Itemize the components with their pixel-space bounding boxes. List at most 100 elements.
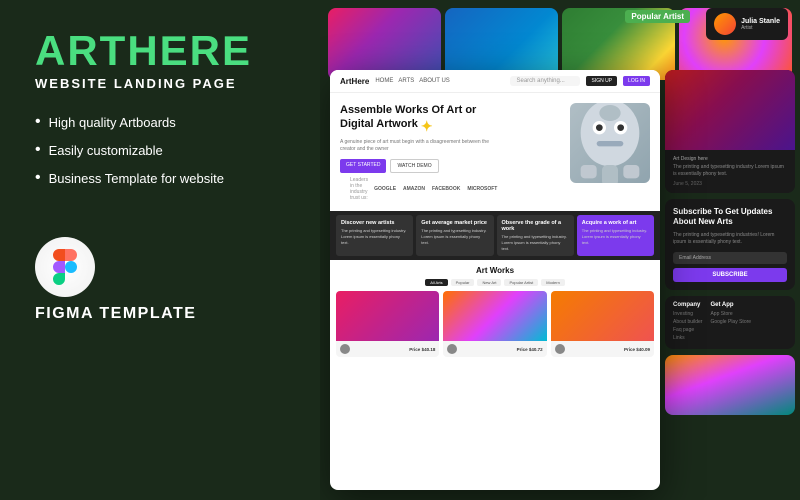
footer-app-title: Get App: [710, 302, 751, 308]
filter-popular-artist[interactable]: Popular Artist: [504, 279, 538, 286]
nav-link-about[interactable]: ABOUT US: [419, 78, 450, 84]
footer-link-appstore[interactable]: App Store: [710, 311, 751, 317]
subscribe-title: Subscribe To Get Updates About New Arts: [673, 207, 787, 228]
info-card-1: Discover new artists The printing and ty…: [336, 215, 413, 256]
footer-col-company: Company Investing About builder Faq page…: [673, 302, 702, 343]
star-icon: ✦: [421, 117, 433, 135]
art-filters: All Arts Popular New Art Popular Artist …: [336, 279, 654, 286]
trust-section: Leaders in the industry trust us: GOOGLE…: [340, 173, 500, 205]
figma-section: FIGMA TEMPLATE: [35, 237, 285, 323]
hero-buttons: GET STARTED WATCH DEMO: [340, 159, 500, 173]
brand-title: ARTHERE: [35, 30, 285, 72]
info-card-4-highlight: Acquire a work of art The printing and t…: [577, 215, 654, 256]
trust-logo-amazon: AMAZON: [403, 186, 425, 192]
art-price-2: Price $40.72: [517, 347, 543, 352]
nav-link-arts[interactable]: ARTS: [398, 78, 414, 84]
hero-image: [570, 103, 650, 183]
mockup-login-button[interactable]: LOG IN: [623, 76, 650, 86]
right-panel: Popular Artist New Artist Julia Stanle A…: [320, 0, 800, 500]
card-title-1: Discover new artists: [341, 220, 408, 226]
figma-icon: [47, 249, 83, 285]
footer-link-about[interactable]: About builder: [673, 319, 702, 325]
footer-link-googleplay[interactable]: Google Play Store: [710, 319, 751, 325]
card-desc-4: The printing and typesetting industry. L…: [582, 228, 649, 245]
trust-logo-google: GOOGLE: [374, 186, 396, 192]
trust-logo-microsoft: MICROSOFT: [467, 186, 497, 192]
side-abstract-card: [665, 355, 795, 415]
website-mockup: ArtHere HOME ARTS ABOUT US Search anythi…: [330, 70, 660, 490]
filter-popular[interactable]: Popular: [451, 279, 475, 286]
art-card-2: Price $40.72: [443, 291, 546, 357]
features-list: High quality Artboards Easily customizab…: [35, 113, 285, 197]
art-card-3: Price $40.09: [551, 291, 654, 357]
mockup-search-input[interactable]: Search anything...: [510, 76, 580, 86]
footer-link-investing[interactable]: Investing: [673, 311, 702, 317]
artworks-title: Art Works: [336, 266, 654, 275]
mockup-signup-button[interactable]: SIGN UP: [586, 76, 617, 86]
art-meta-2: Price $40.72: [443, 341, 546, 357]
art-image-2: [443, 291, 546, 341]
art-card-1: Price $40.18: [336, 291, 439, 357]
art-image-1: [336, 291, 439, 341]
footer-links-card: Company Investing About builder Faq page…: [665, 296, 795, 349]
mockup-logo: ArtHere: [340, 77, 369, 86]
subscribe-card: Subscribe To Get Updates About New Arts …: [665, 199, 795, 290]
card-desc-2: The printing and typesetting industry. L…: [421, 228, 488, 245]
art-artist-avatar-1: [340, 344, 350, 354]
trust-label: Leaders in the industry trust us:: [350, 177, 368, 201]
card-title-4: Acquire a work of art: [582, 220, 649, 226]
get-started-button[interactable]: GET STARTED: [340, 159, 386, 173]
card-desc-3: The printing and typesetting industry. L…: [502, 234, 569, 251]
mockup-nav-links: HOME ARTS ABOUT US: [375, 78, 504, 84]
subscribe-button[interactable]: SUBSCRIBE: [673, 268, 787, 282]
mockup-hero-text: Assemble Works Of Art or Digital Artwork…: [340, 103, 500, 205]
side-card-image-1: [665, 70, 795, 150]
art-price-1: Price $40.18: [409, 347, 435, 352]
nav-link-home[interactable]: HOME: [375, 78, 393, 84]
trust-logo-facebook: FACEBOOK: [432, 186, 460, 192]
subscribe-description: The printing and typesetting industries!…: [673, 232, 787, 246]
filter-all[interactable]: All Arts: [425, 279, 447, 286]
feature-item-3: Business Template for website: [35, 169, 285, 187]
art-meta-3: Price $40.09: [551, 341, 654, 357]
filter-new-art[interactable]: New Art: [477, 279, 501, 286]
artist-avatar: [714, 13, 736, 35]
art-artist-avatar-3: [555, 344, 565, 354]
footer-col-app: Get App App Store Google Play Store: [710, 302, 751, 343]
artist-name: Julia Stanle: [741, 18, 780, 25]
filter-modern[interactable]: Modern: [541, 279, 565, 286]
card-title-3: Observe the grade of a work: [502, 220, 569, 232]
info-card-3: Observe the grade of a work The printing…: [497, 215, 574, 256]
artist-info: Julia Stanle Artist: [741, 18, 780, 31]
artist-card: Julia Stanle Artist: [706, 8, 788, 40]
artist-role-label: Artist: [741, 25, 780, 31]
art-grid: Price $40.18 Price $40.72 Price $40.09: [336, 291, 654, 357]
hero-title: Assemble Works Of Art or Digital Artwork…: [340, 103, 500, 135]
subscribe-email-input[interactable]: Email Address: [673, 252, 787, 264]
figma-logo: [35, 237, 95, 297]
card-title-2: Get average market price: [421, 220, 488, 226]
side-card-description: The printing and typesetting industry Lo…: [673, 164, 787, 178]
side-card-tag: Art Design here: [673, 156, 787, 162]
footer-link-links[interactable]: Links: [673, 335, 702, 341]
mockup-nav: ArtHere HOME ARTS ABOUT US Search anythi…: [330, 70, 660, 93]
side-art-design-card: Art Design here The printing and typeset…: [665, 70, 795, 193]
footer-link-faq[interactable]: Faq page: [673, 327, 702, 333]
info-card-2: Get average market price The printing an…: [416, 215, 493, 256]
mockup-hero: Assemble Works Of Art or Digital Artwork…: [330, 93, 660, 211]
art-price-3: Price $40.09: [624, 347, 650, 352]
artworks-section: Art Works All Arts Popular New Art Popul…: [330, 260, 660, 363]
art-meta-1: Price $40.18: [336, 341, 439, 357]
feature-item-1: High quality Artboards: [35, 113, 285, 131]
popular-artist-badge: Popular Artist: [625, 10, 690, 23]
card-desc-1: The printing and typesetting industry. L…: [341, 228, 408, 245]
art-image-3: [551, 291, 654, 341]
side-card-image-2: [665, 355, 795, 415]
watch-demo-button[interactable]: WATCH DEMO: [390, 159, 438, 173]
side-card-content-1: Art Design here The printing and typeset…: [665, 150, 795, 193]
figma-label: FIGMA TEMPLATE: [35, 305, 196, 323]
right-cards-panel: Art Design here The printing and typeset…: [665, 70, 795, 415]
art-artist-avatar-2: [447, 344, 457, 354]
info-cards: Discover new artists The printing and ty…: [330, 211, 660, 260]
side-card-date: June 5, 2023: [673, 181, 787, 187]
